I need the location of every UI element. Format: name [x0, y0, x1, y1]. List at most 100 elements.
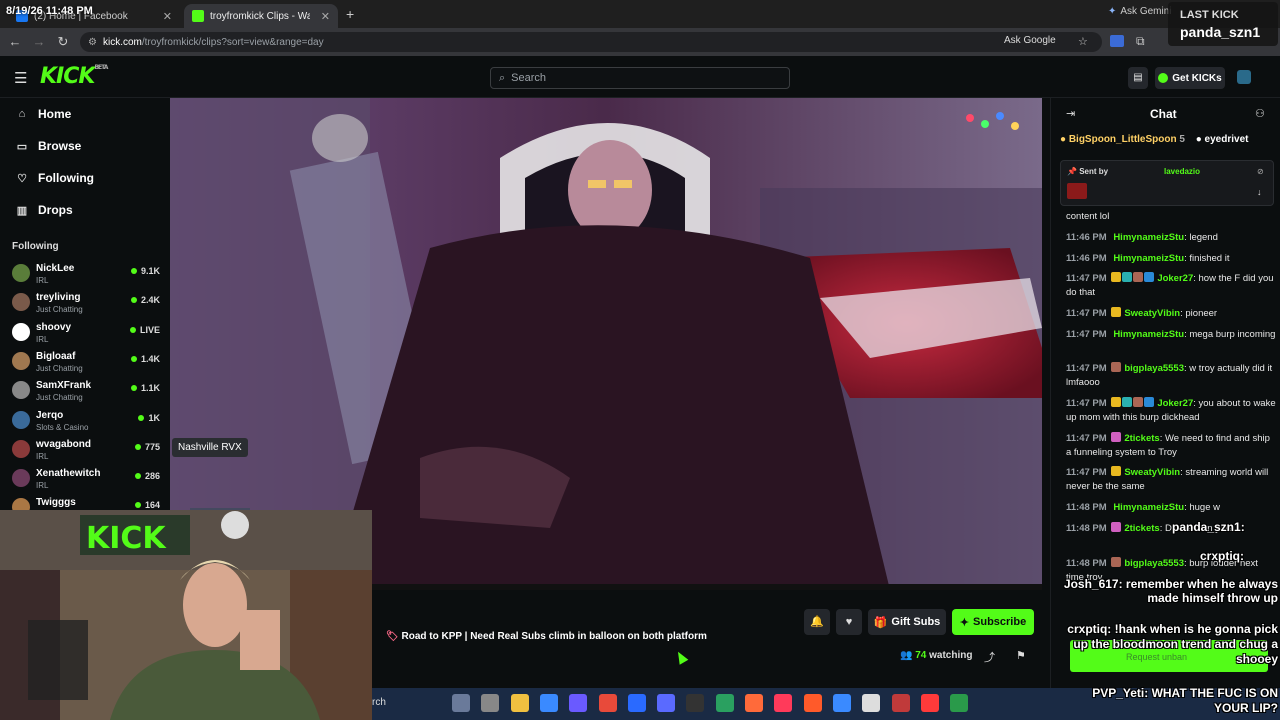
avatar: [12, 322, 30, 341]
app-icon[interactable]: [891, 694, 910, 712]
message-user[interactable]: 2tickets: [1124, 433, 1159, 444]
url-field[interactable]: ⚙ kick.com/troyfromkick/clips?sort=view&…: [80, 32, 1102, 52]
following-item[interactable]: Xenathewitch IRL 286: [12, 466, 162, 494]
following-item[interactable]: wvagabond IRL 775: [12, 437, 162, 465]
live-dot-icon: [130, 297, 137, 304]
watching-count: 74: [915, 650, 927, 661]
ask-gemini-label: Ask Gemini: [1120, 6, 1172, 17]
chrome-icon[interactable]: [627, 694, 646, 712]
reload-icon[interactable]: ↻: [54, 33, 72, 51]
get-kicks-button[interactable]: Get KICKs: [1155, 67, 1225, 89]
widgets-icon[interactable]: [452, 694, 470, 712]
layout-toggle-icon[interactable]: ▤: [1128, 67, 1148, 89]
site-info-icon[interactable]: ⚙: [88, 37, 97, 48]
app-icon[interactable]: [715, 694, 734, 712]
message-user[interactable]: Joker27: [1157, 273, 1193, 284]
message-user[interactable]: Joker27: [1157, 398, 1193, 409]
menu-hamburger-icon[interactable]: ☰: [14, 69, 27, 87]
message-user[interactable]: SweatyVibin: [1124, 308, 1180, 319]
channel-name: treyliving: [36, 292, 81, 304]
channel-name: Twigggs: [36, 497, 76, 509]
user-badge-icon: [1110, 307, 1121, 317]
new-tab-button[interactable]: +: [346, 6, 354, 22]
channel-name: SamXFrank: [36, 380, 92, 392]
forward-arrow-icon[interactable]: →: [30, 33, 48, 51]
subscribe-button[interactable]: ✦ Subscribe: [952, 609, 1034, 635]
xbox-icon[interactable]: [950, 694, 969, 712]
message-user[interactable]: HimynameizStu: [1113, 502, 1184, 513]
store-icon[interactable]: [862, 694, 881, 712]
taskbar-search[interactable]: rch: [372, 697, 386, 708]
following-item[interactable]: treyliving Just Chatting 2.4K: [12, 290, 162, 318]
message-time: 11:46 PM: [1066, 253, 1107, 264]
viewer-count-value: 775: [144, 441, 160, 452]
hide-pin-icon[interactable]: ⊘: [1257, 167, 1264, 176]
message-user[interactable]: HimynameizStu: [1113, 232, 1184, 243]
message-user[interactable]: HimynameizStu: [1113, 329, 1184, 340]
channel-category: Just Chatting: [36, 363, 83, 373]
vscode-icon[interactable]: [539, 694, 558, 712]
viewer-count: 164: [134, 500, 160, 511]
message-user[interactable]: bigplaya5553: [1124, 363, 1184, 374]
message-time: 11:47 PM: [1066, 398, 1107, 409]
extensions-puzzle-icon[interactable]: ⧉: [1136, 34, 1145, 49]
tab-kick-clips[interactable]: troyfromkick Clips - Watch ✕: [184, 4, 338, 28]
gift-subs-button[interactable]: 🎁 Gift Subs: [868, 609, 946, 635]
discord-icon[interactable]: [657, 694, 676, 712]
message-user[interactable]: 2tickets: [1124, 523, 1159, 534]
avatar: [12, 439, 30, 458]
folder-icon[interactable]: [510, 694, 529, 712]
app-icon[interactable]: [803, 694, 822, 712]
close-tab-icon[interactable]: ✕: [321, 10, 330, 23]
following-item[interactable]: SamXFrank Just Chatting 1.1K: [12, 378, 162, 406]
heart-icon: ♡: [17, 172, 27, 185]
teams-icon[interactable]: [569, 694, 588, 712]
pinned-user[interactable]: lavedazio: [1164, 167, 1200, 176]
ask-gemini-button[interactable]: ✦ Ask Gemini: [1108, 6, 1172, 17]
sidebar-item-browse[interactable]: ▭ Browse: [16, 139, 82, 153]
message-user[interactable]: bigplaya5553: [1124, 558, 1184, 569]
extension-icon[interactable]: [1110, 35, 1124, 47]
brave-icon[interactable]: [745, 694, 763, 712]
ask-google-button[interactable]: Ask Google: [1004, 35, 1056, 46]
logo-beta: BETA: [94, 64, 108, 71]
share-icon[interactable]: ⤴: [984, 649, 995, 665]
avatar: [12, 293, 30, 312]
sidebar-item-drops[interactable]: ▥ Drops: [16, 203, 73, 217]
sidebar-item-home[interactable]: ⌂ Home: [16, 107, 72, 121]
following-item[interactable]: shoovy IRL LIVE: [12, 320, 162, 348]
channel-category: IRL: [36, 276, 49, 285]
gifter-name[interactable]: BigSpoon_LittleSpoon: [1069, 134, 1177, 145]
following-item[interactable]: Jerqo Slots & Casino 1K: [12, 408, 162, 436]
message-user[interactable]: SweatyVibin: [1124, 467, 1180, 478]
nav-label: Drops: [38, 203, 73, 217]
close-tab-icon[interactable]: ✕: [163, 10, 172, 23]
office-icon[interactable]: [598, 694, 617, 712]
gifter-name[interactable]: eyedrivet: [1205, 134, 1249, 145]
chat-users-icon[interactable]: ⚇: [1255, 107, 1265, 120]
obs-icon[interactable]: [686, 694, 705, 712]
following-item[interactable]: Bigloaaf Just Chatting 1.4K: [12, 349, 162, 377]
message-user[interactable]: HimynameizStu: [1113, 253, 1184, 264]
notification-bell-button[interactable]: 🔔: [804, 609, 830, 635]
opera-icon[interactable]: [920, 694, 939, 712]
kick-logo[interactable]: KICKBETA: [40, 64, 108, 89]
search-input[interactable]: ⌕ Search: [490, 67, 790, 89]
back-arrow-icon[interactable]: ←: [6, 33, 24, 51]
files-icon[interactable]: [481, 694, 500, 712]
music-icon[interactable]: [774, 694, 793, 712]
viewer-count: 👥 74 watching: [900, 650, 972, 661]
viewer-count-value: LIVE: [139, 324, 160, 335]
bookmark-star-icon[interactable]: ☆: [1078, 35, 1088, 48]
collapse-chat-icon[interactable]: ⇥: [1066, 107, 1075, 120]
follow-heart-button[interactable]: ♥: [836, 609, 862, 635]
report-flag-icon[interactable]: ⚑: [1016, 649, 1026, 662]
live-dot-icon: [134, 443, 141, 450]
viewer-count-value: 164: [144, 500, 160, 511]
profile-avatar[interactable]: [1237, 70, 1251, 84]
following-item[interactable]: NickLee IRL 9.1K: [12, 261, 162, 289]
message-time: 11:47 PM: [1066, 363, 1107, 374]
expand-pin-icon[interactable]: ↓: [1257, 187, 1262, 197]
help-icon[interactable]: [832, 694, 851, 712]
sidebar-item-following[interactable]: ♡ Following: [16, 171, 94, 185]
